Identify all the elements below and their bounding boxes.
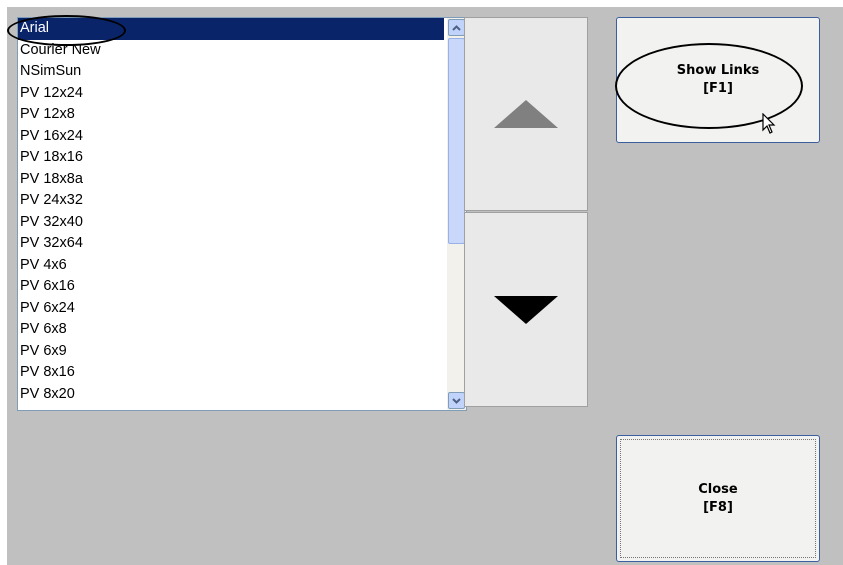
list-item[interactable]: PV 16x24 [18,126,444,148]
show-links-label: Show Links [676,63,760,78]
list-item[interactable]: PV 8x20 [18,384,444,406]
list-item[interactable]: NSimSun [18,61,444,83]
show-links-button[interactable]: Show Links [F1] [616,17,820,143]
list-item[interactable]: PV 32x40 [18,212,444,234]
list-item[interactable]: PV 6x16 [18,276,444,298]
list-item[interactable]: PV 32x64 [18,233,444,255]
font-list: Arial Courier New NSimSun PV 12x24 PV 12… [18,18,444,410]
scroll-up-button[interactable] [448,19,465,36]
list-item[interactable]: PV 6x8 [18,319,444,341]
list-item[interactable]: PV 6x24 [18,298,444,320]
chevron-down-icon [452,397,461,404]
font-listbox[interactable]: Arial Courier New NSimSun PV 12x24 PV 12… [17,17,467,411]
dialog-panel: Arial Courier New NSimSun PV 12x24 PV 12… [7,7,843,565]
scroll-down-button[interactable] [448,392,465,409]
page-up-button[interactable] [464,17,588,211]
list-item[interactable]: Arial [18,18,444,40]
list-item[interactable]: PV 12x8 [18,104,444,126]
close-button[interactable]: Close [F8] [616,435,820,562]
list-item[interactable]: PV 18x8a [18,169,444,191]
list-item[interactable]: PV 6x9 [18,341,444,363]
chevron-up-icon [452,24,461,31]
triangle-down-icon [494,295,558,324]
focus-rectangle [620,439,816,558]
list-item[interactable]: PV 24x32 [18,190,444,212]
list-item[interactable]: PV 4x6 [18,255,444,277]
list-item[interactable]: Courier New [18,40,444,62]
mouse-pointer-icon [762,113,776,134]
list-item[interactable]: PV 18x16 [18,147,444,169]
list-item[interactable]: PV 8x16 [18,362,444,384]
show-links-shortcut: [F1] [703,81,733,96]
scroll-thumb[interactable] [448,38,465,244]
list-item[interactable]: PV 12x24 [18,83,444,105]
triangle-up-icon [494,100,558,128]
page-down-button[interactable] [464,212,588,407]
